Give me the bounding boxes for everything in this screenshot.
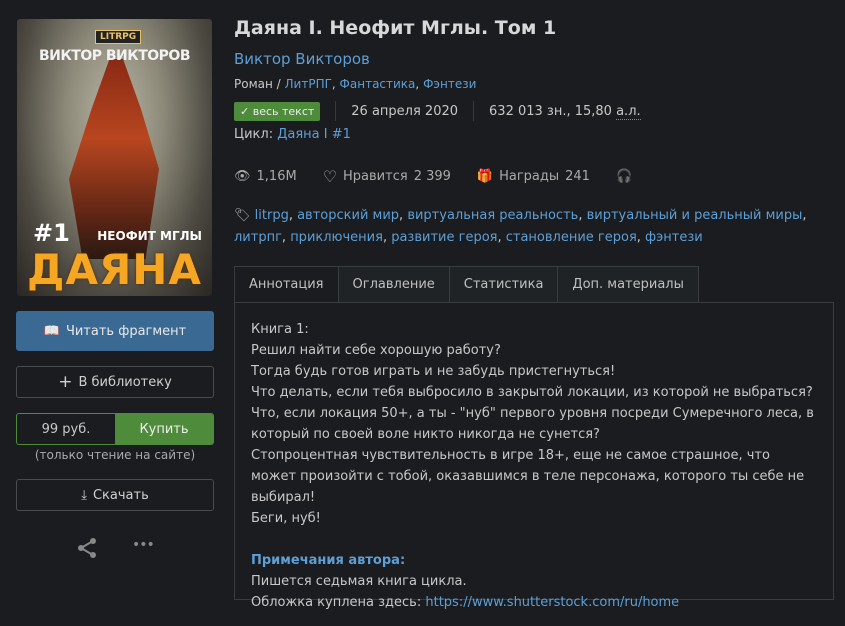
cycle-link[interactable]: Даяна I #1: [277, 127, 351, 142]
genre-link[interactable]: Фэнтези: [423, 77, 476, 91]
tag-link[interactable]: литрпг: [234, 230, 282, 245]
annotation-line: Решил найти себе хорошую работу?: [251, 343, 501, 358]
cover-subtitle: НЕОФИТ МГЛЫ: [97, 229, 202, 243]
likes-button[interactable]: ♡ Нравится 2 399: [323, 167, 451, 186]
tag-icon: 🏷: [234, 208, 251, 223]
book-meta: ✓ весь текст 26 апреля 2020 632 013 зн.,…: [234, 101, 641, 121]
views: 👁 1,16M: [234, 167, 297, 186]
awards-button[interactable]: 🎁 Награды 241: [477, 167, 590, 186]
likes-label: Нравится: [343, 169, 408, 184]
cover-source-label: Обложка куплена здесь:: [251, 595, 426, 610]
annotation-line: Стопроцентная чувствительность в игре 18…: [251, 448, 805, 505]
share-icon[interactable]: [76, 537, 98, 563]
tag-link[interactable]: фэнтези: [645, 230, 703, 245]
tag-link[interactable]: litrpg: [255, 208, 289, 223]
book-cover[interactable]: LITRPG ВИКТОР ВИКТОРОВ #1 НЕОФИТ МГЛЫ ДА…: [17, 19, 212, 296]
tag-link[interactable]: приключения: [290, 230, 383, 245]
cycle: Цикл: Даяна I #1: [234, 127, 351, 142]
genre-link[interactable]: ЛитРПГ: [285, 77, 332, 91]
genres: Роман / ЛитРПГ, Фантастика, Фэнтези: [234, 77, 477, 91]
cover-title: ДАЯНА I: [27, 245, 202, 296]
tag-link[interactable]: становление героя: [506, 230, 637, 245]
tags: 🏷 litrpg, авторский мир, виртуальная реа…: [234, 208, 807, 245]
cover-author: ВИКТОР ВИКТОРОВ: [38, 48, 191, 64]
annotation-line: Тогда будь готов играть и не забудь прис…: [251, 364, 616, 379]
plus-icon: +: [58, 372, 73, 392]
tab-statistics[interactable]: Статистика: [448, 266, 559, 303]
buy-widget: 99 руб. Купить: [16, 413, 214, 445]
awards-count: 241: [565, 169, 590, 184]
publish-date: 26 апреля 2020: [351, 103, 459, 119]
headphones-icon[interactable]: 🎧: [616, 167, 632, 186]
status-label: весь текст: [252, 104, 315, 118]
cover-number: #1: [33, 219, 70, 247]
cover-badge: LITRPG: [95, 30, 142, 44]
likes-count: 2 399: [413, 169, 451, 184]
add-to-library-button[interactable]: + В библиотеку: [16, 366, 214, 398]
awards-label: Награды: [499, 169, 560, 184]
more-options-icon[interactable]: •••: [132, 537, 155, 553]
stats: 👁 1,16M ♡ Нравится 2 399 🎁 Награды 241 🎧: [234, 167, 658, 186]
tag-link[interactable]: развитие героя: [391, 230, 497, 245]
price: 99 руб.: [41, 421, 91, 437]
eye-icon: 👁: [234, 169, 251, 184]
author-link[interactable]: Виктор Викторов: [234, 50, 370, 68]
tag-link[interactable]: авторский мир: [297, 208, 399, 223]
divider: [473, 101, 475, 121]
buy-button[interactable]: Купить: [115, 414, 213, 444]
tabs: Аннотация Оглавление Статистика Доп. мат…: [234, 266, 699, 303]
author-notes: Пишется седьмая книга цикла.: [251, 574, 467, 589]
views-count: 1,16M: [256, 169, 297, 184]
size-unit[interactable]: а.л.: [616, 103, 641, 120]
annotation-line: Книга 1:: [251, 322, 309, 337]
cover-source: Обложка куплена здесь: https://www.shutt…: [251, 592, 817, 613]
book-size: 632 013 зн., 15,80 а.л.: [489, 103, 641, 120]
tab-extra-materials[interactable]: Доп. материалы: [557, 266, 699, 303]
buy-note: (только чтение на сайте): [34, 448, 196, 462]
book-icon: 📖: [43, 323, 60, 339]
annotation-line: Беги, нуб!: [251, 511, 321, 526]
author-notes-title: Примечания автора:: [251, 553, 406, 568]
book-title: Даяна I. Неофит Мглы. Том 1: [234, 17, 557, 39]
cover-source-link[interactable]: https://www.shutterstock.com/ru/home: [425, 595, 679, 610]
genre-link[interactable]: Фантастика: [340, 77, 416, 91]
read-fragment-button[interactable]: 📖 Читать фрагмент: [16, 311, 214, 351]
download-icon: ⤓: [81, 487, 87, 503]
tag-link[interactable]: виртуальная реальность: [407, 208, 578, 223]
cycle-label: Цикл:: [234, 127, 278, 142]
download-button[interactable]: ⤓ Скачать: [16, 479, 214, 511]
tag-link[interactable]: виртуальный и реальный миры: [587, 208, 803, 223]
read-label: Читать фрагмент: [65, 323, 187, 339]
annotation-panel: Книга 1: Решил найти себе хорошую работу…: [234, 302, 834, 610]
divider: [335, 101, 337, 121]
tab-annotation[interactable]: Аннотация: [234, 266, 339, 303]
gift-icon: 🎁: [476, 169, 494, 184]
size-value: 632 013 зн., 15,80: [489, 103, 617, 119]
library-label: В библиотеку: [78, 374, 172, 390]
tab-contents[interactable]: Оглавление: [337, 266, 450, 303]
status-badge: ✓ весь текст: [234, 101, 321, 121]
download-label: Скачать: [92, 487, 149, 503]
genre-prefix: Роман /: [234, 77, 285, 91]
annotation-line: Что делать, если тебя выбросило в закрыт…: [251, 385, 814, 442]
heart-icon: ♡: [322, 167, 338, 186]
